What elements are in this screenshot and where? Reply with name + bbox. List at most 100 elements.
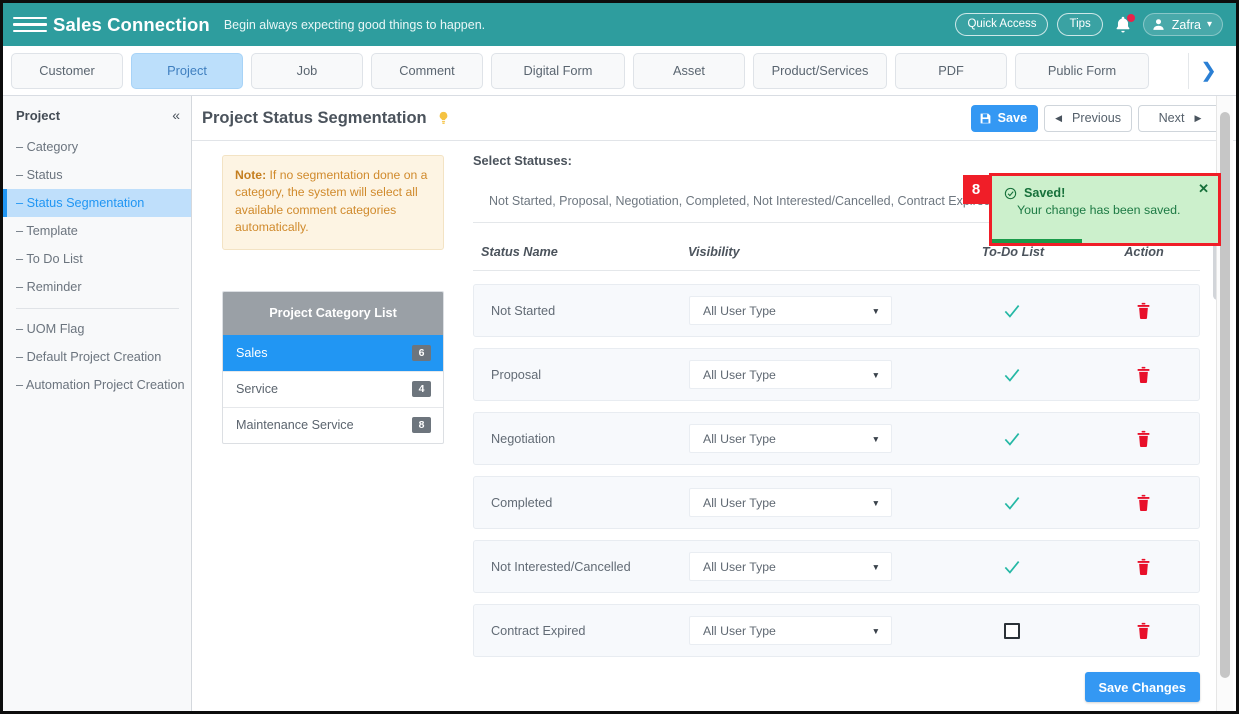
check-icon[interactable]: [1002, 301, 1022, 321]
sidebar-item-default-project-creation[interactable]: – Default Project Creation: [3, 343, 191, 371]
status-name-cell: Not Interested/Cancelled: [491, 559, 631, 574]
trash-icon[interactable]: [1136, 430, 1151, 448]
sidebar-divider: [16, 308, 179, 309]
sidebar-item-status[interactable]: – Status: [3, 161, 191, 189]
trash-icon[interactable]: [1136, 366, 1151, 384]
table-row: Proposal All User Type ▼: [473, 348, 1200, 401]
tab-customer[interactable]: Customer: [11, 52, 123, 89]
page-scrollbar-thumb[interactable]: [1220, 112, 1230, 678]
close-icon[interactable]: ✕: [1198, 181, 1209, 197]
project-category-list-heading: Project Category List: [223, 292, 443, 336]
tab-digital-form[interactable]: Digital Form: [491, 52, 625, 89]
visibility-select[interactable]: All User Type ▼: [689, 424, 892, 453]
double-chevron-left-icon[interactable]: «: [172, 107, 180, 123]
toast-title-row: Saved!: [1004, 186, 1206, 200]
trash-icon[interactable]: [1136, 622, 1151, 640]
sidebar-item-category[interactable]: – Category: [3, 133, 191, 161]
status-name-cell: Proposal: [491, 367, 542, 382]
visibility-cell: All User Type ▼: [689, 296, 937, 325]
tab-product-services[interactable]: Product/Services: [753, 52, 887, 89]
sidebar-item-status-segmentation[interactable]: – Status Segmentation: [3, 189, 191, 217]
category-row-service[interactable]: Service 4: [223, 371, 443, 407]
app-tagline: Begin always expecting good things to ha…: [223, 17, 486, 32]
chevron-right-icon[interactable]: ❯: [1188, 52, 1228, 89]
sidebar-item-reminder[interactable]: – Reminder: [3, 273, 191, 301]
visibility-select[interactable]: All User Type ▼: [689, 296, 892, 325]
tab-comment[interactable]: Comment: [371, 52, 483, 89]
quick-access-button[interactable]: Quick Access: [955, 13, 1049, 36]
status-rows: Not Started All User Type ▼ Proposal All…: [473, 284, 1200, 657]
toast-title: Saved!: [1024, 186, 1066, 200]
visibility-select-value: All User Type: [703, 495, 776, 510]
trash-icon[interactable]: [1136, 494, 1151, 512]
category-row-sales[interactable]: Sales 6: [223, 335, 443, 372]
th-visibility: Visibility: [688, 245, 740, 259]
chevron-down-icon: ▼: [871, 497, 880, 508]
visibility-select-value: All User Type: [703, 623, 776, 638]
tab-job[interactable]: Job: [251, 52, 363, 89]
triangle-right-icon: ▶: [1194, 112, 1202, 123]
todo-cell: [937, 301, 1087, 321]
next-button-label: Next: [1158, 111, 1185, 125]
visibility-cell: All User Type ▼: [689, 424, 937, 453]
bell-icon[interactable]: [1112, 13, 1135, 36]
tab-asset[interactable]: Asset: [633, 52, 745, 89]
visibility-cell: All User Type ▼: [689, 360, 937, 389]
lightbulb-icon[interactable]: [436, 110, 451, 126]
todo-cell: [937, 493, 1087, 513]
note-prefix: Note:: [235, 168, 267, 182]
check-icon[interactable]: [1002, 365, 1022, 385]
status-name-cell: Completed: [491, 495, 553, 510]
visibility-select[interactable]: All User Type ▼: [689, 360, 892, 389]
step-marker-8: 8: [963, 175, 989, 204]
application-window: Sales Connection Begin always expecting …: [0, 0, 1239, 714]
tips-button[interactable]: Tips: [1057, 13, 1103, 36]
trash-icon[interactable]: [1136, 558, 1151, 576]
save-button[interactable]: Save: [970, 104, 1039, 132]
user-menu[interactable]: Zafra ▾: [1142, 13, 1223, 36]
table-header-row: Status Name Visibility To-Do List Action: [473, 245, 1200, 271]
visibility-cell: All User Type ▼: [689, 552, 937, 581]
sidebar-item-to-do-list[interactable]: – To Do List: [3, 245, 191, 273]
todo-cell: [937, 429, 1087, 449]
sidebar: Project « – Category – Status – Status S…: [3, 96, 192, 711]
th-todo-list: To-Do List: [981, 245, 1045, 259]
person-icon: [1153, 19, 1164, 30]
table-row: Not Started All User Type ▼: [473, 284, 1200, 337]
chevron-down-icon: ▾: [1206, 18, 1212, 30]
check-icon[interactable]: [1002, 557, 1022, 577]
sidebar-item-automation-project-creation[interactable]: – Automation Project Creation: [3, 371, 191, 399]
check-icon[interactable]: [1002, 429, 1022, 449]
check-circle-icon: [1004, 187, 1017, 199]
visibility-select[interactable]: All User Type ▼: [689, 488, 892, 517]
tab-pdf[interactable]: PDF: [895, 52, 1007, 89]
visibility-select[interactable]: All User Type ▼: [689, 616, 892, 645]
tab-project[interactable]: Project: [131, 52, 243, 89]
category-count-badge: 4: [412, 381, 431, 398]
th-action: Action: [1124, 245, 1164, 259]
sidebar-item-template[interactable]: – Template: [3, 217, 191, 245]
toast-message: Your change has been saved.: [1017, 203, 1181, 217]
header-actions: Quick Access Tips Zafra ▾: [955, 13, 1223, 36]
action-cell: [1087, 494, 1199, 512]
next-button[interactable]: Next ▶: [1138, 104, 1222, 132]
check-icon[interactable]: [1002, 493, 1022, 513]
tab-public-form[interactable]: Public Form: [1015, 52, 1149, 89]
trash-icon[interactable]: [1136, 302, 1151, 320]
sidebar-header: Project «: [3, 96, 191, 133]
action-cell: [1087, 558, 1199, 576]
status-name-cell: Negotiation: [491, 431, 556, 446]
category-row-maintenance-service[interactable]: Maintenance Service 8: [223, 407, 443, 443]
category-count-badge: 8: [412, 417, 431, 434]
left-panel: Note: If no segmentation done on a categ…: [192, 141, 460, 711]
sidebar-item-uom-flag[interactable]: – UOM Flag: [3, 315, 191, 343]
visibility-select[interactable]: All User Type ▼: [689, 552, 892, 581]
previous-button[interactable]: ◀ Previous: [1044, 104, 1132, 132]
category-name: Maintenance Service: [236, 418, 354, 433]
lightbulb-glyph: [439, 111, 447, 124]
save-changes-button[interactable]: Save Changes: [1084, 672, 1200, 702]
select-statuses-label: Select Statuses:: [473, 153, 572, 168]
visibility-select-value: All User Type: [703, 303, 776, 318]
checkbox-unchecked[interactable]: [1004, 622, 1020, 639]
hamburger-icon[interactable]: [13, 16, 47, 33]
